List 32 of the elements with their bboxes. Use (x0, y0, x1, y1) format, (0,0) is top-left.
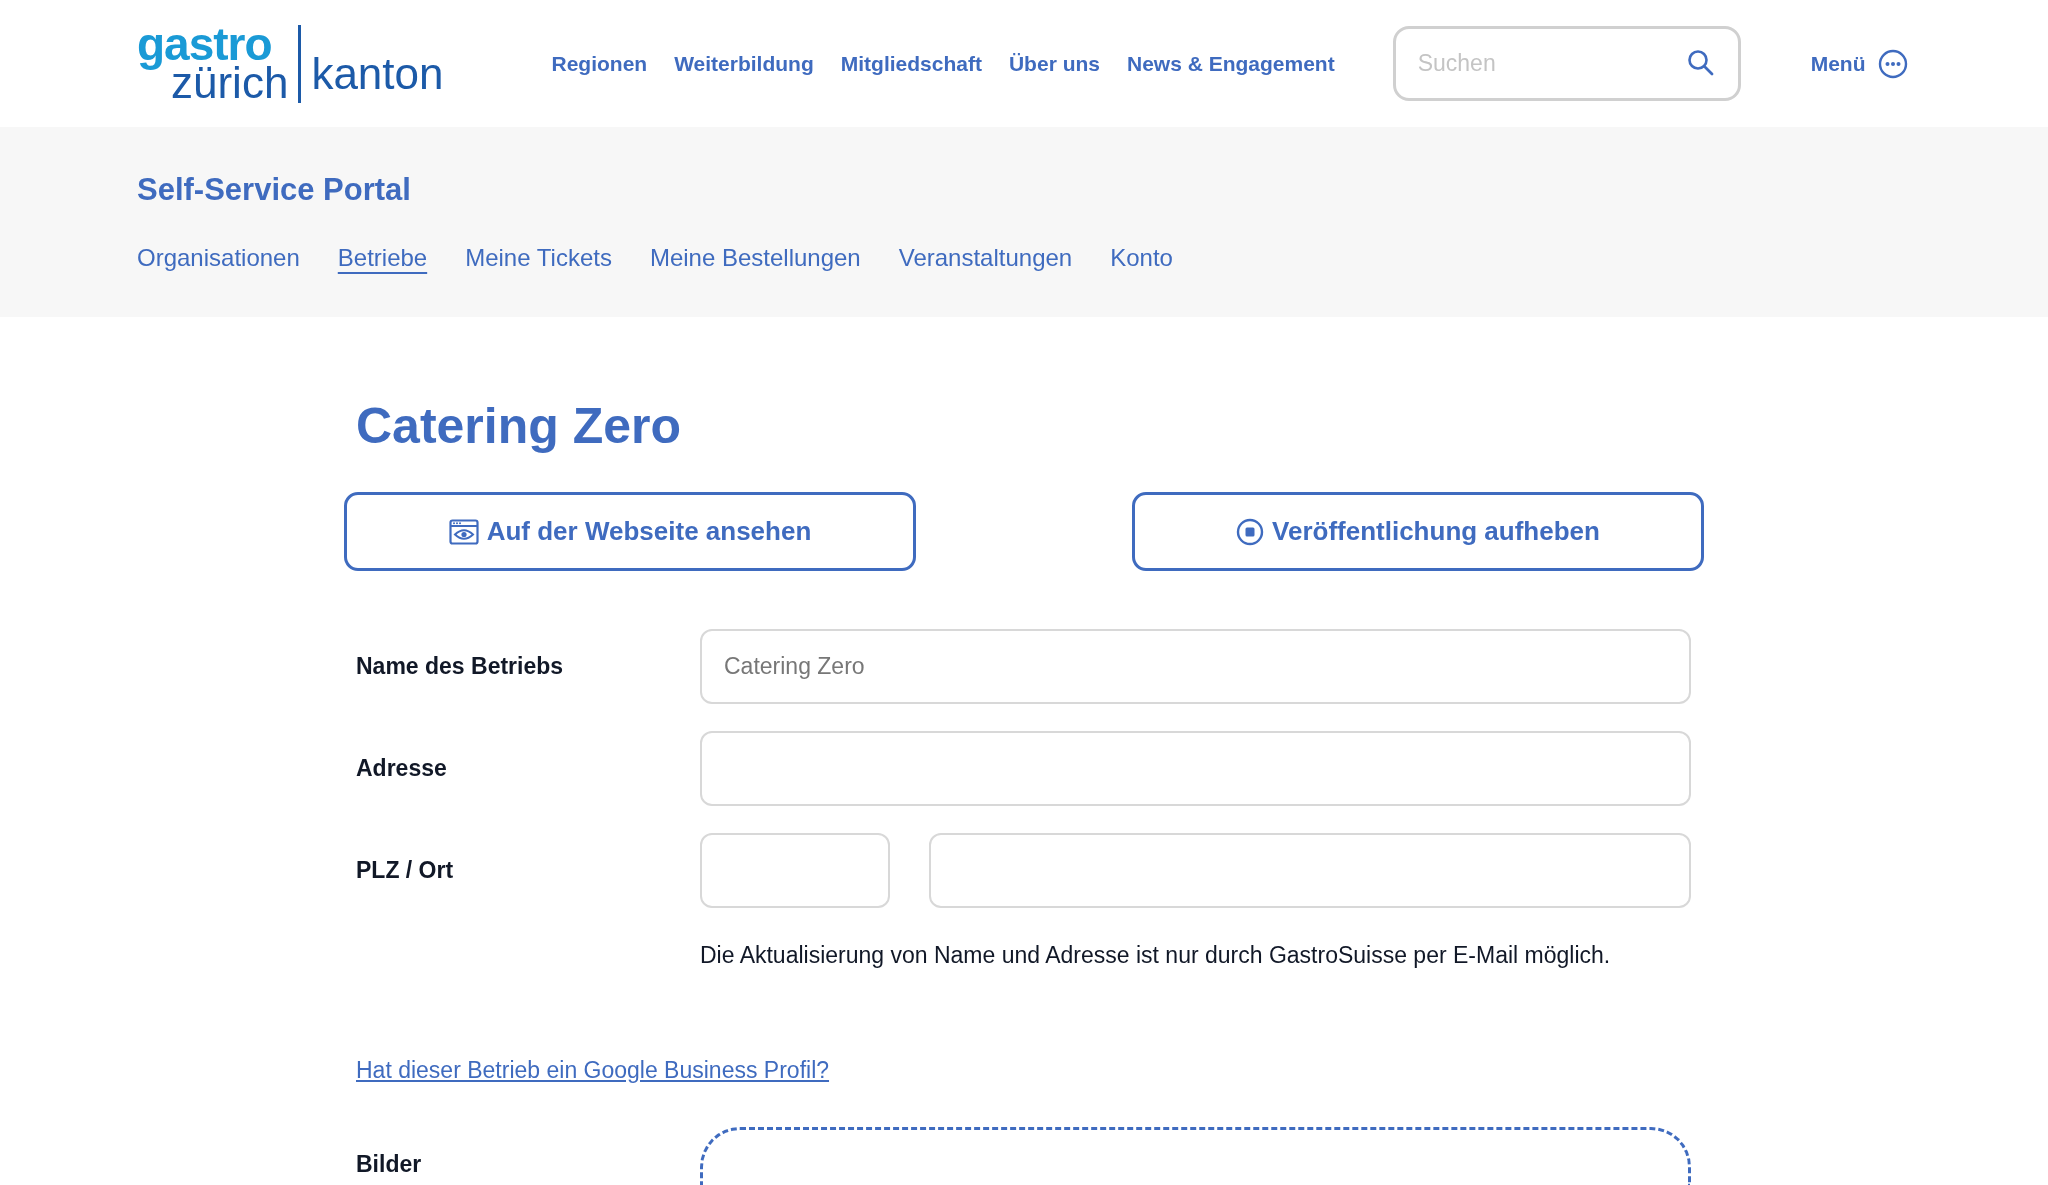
nav-link[interactable]: News & Engagement (1126, 47, 1335, 80)
tab[interactable]: Konto (1110, 239, 1173, 276)
nav-link[interactable]: Regionen (551, 47, 648, 80)
stop-icon (1236, 517, 1265, 546)
input-field[interactable]: Catering Zero (700, 629, 1691, 704)
tab[interactable]: Veranstaltungen (898, 239, 1073, 276)
note-text: Die Aktualisierung von Name und Adresse ist nur durch GastroSuisse per E-Mail möglich. (699, 941, 1612, 970)
google-profile-link[interactable]: Hat dieser Betrieb ein Google Business Profil? (356, 1056, 830, 1083)
nav-link[interactable]: Weiterbildung (674, 47, 814, 80)
view-website-button[interactable]: Auf der Webseite ansehen (344, 492, 916, 571)
field-label: Name des Betriebs (355, 652, 565, 682)
nav-link[interactable]: Über uns (1008, 47, 1100, 80)
field-label: PLZ / Ort (355, 856, 455, 886)
portal-title: Self-Service Portal (137, 171, 412, 209)
nav-link[interactable]: Mitgliedschaft (840, 47, 982, 80)
field-label: Bilder (355, 1151, 423, 1179)
menu-link[interactable]: Menü (1810, 47, 1866, 80)
tab[interactable]: Meine Bestellungen (649, 239, 861, 276)
search-field[interactable]: Suchen (1392, 26, 1741, 101)
tab[interactable]: Betriebe (337, 239, 428, 276)
tab[interactable]: Organisationen (137, 239, 300, 276)
browser-eye-icon (448, 518, 479, 545)
more-icon[interactable] (1877, 48, 1908, 79)
unpublish-button[interactable]: Veröffentlichung aufheben (1132, 492, 1704, 571)
input-field[interactable] (700, 833, 890, 908)
image-upload-area[interactable] (700, 1127, 1691, 1185)
input-field[interactable] (929, 833, 1691, 908)
search-icon[interactable] (1686, 49, 1715, 77)
page-title: Catering Zero (356, 397, 683, 456)
field-label: Adresse (355, 754, 448, 784)
tab[interactable]: Meine Tickets (465, 239, 612, 276)
input-field[interactable] (700, 731, 1691, 806)
